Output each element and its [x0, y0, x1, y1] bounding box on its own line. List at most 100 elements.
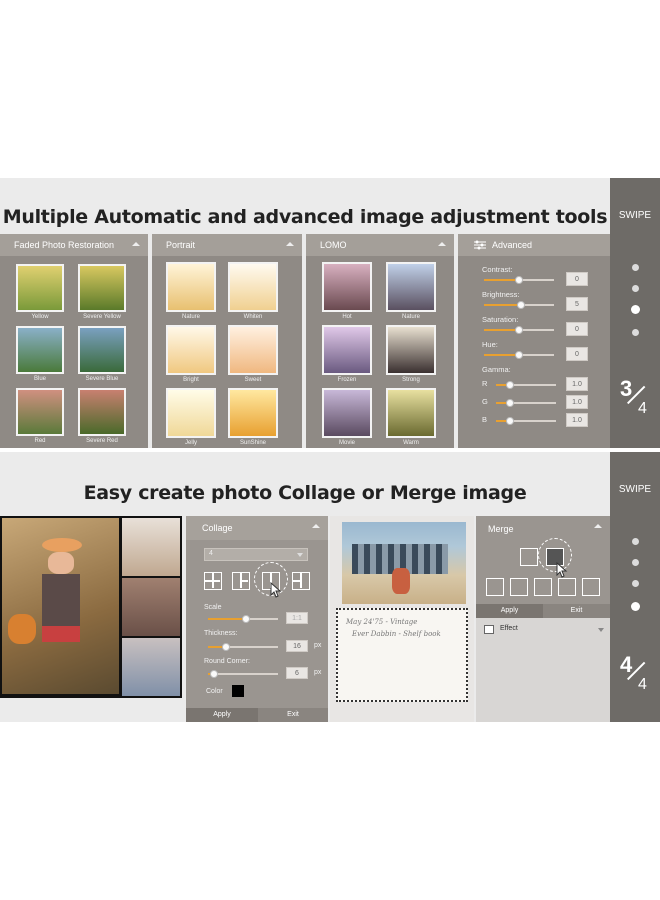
contrast-value[interactable]: 0: [566, 272, 588, 286]
thumb-red[interactable]: [16, 388, 64, 436]
merge-vertical-icon[interactable]: [520, 548, 538, 566]
collapse-icon[interactable]: [438, 242, 446, 246]
thumb-movie[interactable]: [322, 388, 372, 438]
panel-header[interactable]: LOMO: [306, 234, 454, 256]
collage-photo-girl[interactable]: [2, 518, 119, 694]
collage-photo-baby-1[interactable]: [122, 518, 180, 576]
scale-value[interactable]: 1:1: [286, 612, 308, 624]
color-swatch[interactable]: [232, 685, 244, 697]
slider-knob[interactable]: [517, 301, 525, 309]
thumb-label: Nature: [181, 314, 200, 320]
thumb-label: Severe Yellow: [83, 314, 121, 320]
slider-knob[interactable]: [506, 381, 514, 389]
thumb-whiten[interactable]: [228, 262, 278, 312]
gamma-b-slider[interactable]: [496, 417, 556, 425]
swipe-rail: SWIPE 4 4: [610, 452, 660, 722]
page-dot[interactable]: [632, 264, 639, 271]
slider-knob[interactable]: [515, 326, 523, 334]
gamma-g-value[interactable]: 1.0: [566, 395, 588, 409]
gamma-r-value[interactable]: 1.0: [566, 377, 588, 391]
layout-side-icon[interactable]: [292, 572, 310, 590]
contrast-slider[interactable]: [484, 276, 554, 284]
align-left-icon[interactable]: [486, 578, 504, 596]
slider-knob[interactable]: [210, 670, 218, 678]
align-middle-icon[interactable]: [558, 578, 576, 596]
page-dot[interactable]: [632, 559, 639, 566]
page-dot[interactable]: [632, 538, 639, 545]
layout-count-select[interactable]: 4: [204, 548, 308, 561]
slider-knob[interactable]: [515, 351, 523, 359]
thumb-strong[interactable]: [386, 325, 436, 375]
thumb-bright[interactable]: [166, 325, 216, 375]
merge-photo-fishing[interactable]: [342, 522, 466, 604]
round-corner-value[interactable]: 6: [286, 667, 308, 679]
gamma-b-label: B: [482, 415, 488, 424]
collage-panel: Collage 4 Scale 1:1 Thickness: 16 px Rou…: [186, 516, 328, 722]
brightness-slider[interactable]: [484, 301, 554, 309]
scale-slider[interactable]: [208, 615, 278, 623]
panel-header[interactable]: Portrait: [152, 234, 302, 256]
slider-knob[interactable]: [515, 276, 523, 284]
gamma-b-value[interactable]: 1.0: [566, 413, 588, 427]
collage-header[interactable]: Collage: [186, 516, 328, 540]
page-dot[interactable]: [632, 285, 639, 292]
align-center-icon[interactable]: [510, 578, 528, 596]
thumb-severe-yellow[interactable]: [78, 264, 126, 312]
thumb-label: SunShine: [239, 440, 267, 446]
slider-knob[interactable]: [506, 417, 514, 425]
collapse-icon[interactable]: [286, 242, 294, 246]
thumb-severe-red[interactable]: [78, 388, 126, 436]
gamma-r-slider[interactable]: [496, 381, 556, 389]
thickness-value[interactable]: 16: [286, 640, 308, 652]
thumb-severe-blue[interactable]: [78, 326, 126, 374]
cursor-icon: [270, 582, 282, 598]
merge-canvas: May 24'75 - Vintage Ever Dabbin - Shelf …: [330, 516, 474, 722]
page-dot-active[interactable]: [631, 602, 640, 611]
thumb-hot[interactable]: [322, 262, 372, 312]
hue-slider[interactable]: [484, 351, 554, 359]
thumb-sunshine[interactable]: [228, 388, 278, 438]
thumb-label: Frozen: [337, 377, 357, 383]
chevron-down-icon[interactable]: [598, 628, 604, 632]
gamma-g-label: G: [482, 397, 488, 406]
layout-grid-4-icon[interactable]: [204, 572, 222, 590]
thumb-warm[interactable]: [386, 388, 436, 438]
panel-header[interactable]: Advanced: [458, 234, 610, 256]
hue-value[interactable]: 0: [566, 347, 588, 361]
align-top-icon[interactable]: [534, 578, 552, 596]
collage-photo-baby-3[interactable]: [122, 638, 180, 696]
saturation-slider[interactable]: [484, 326, 554, 334]
page-dot[interactable]: [632, 580, 639, 587]
brightness-value[interactable]: 5: [566, 297, 588, 311]
exit-button[interactable]: Exit: [258, 708, 328, 722]
effect-row[interactable]: Effect: [476, 622, 610, 638]
thumb-jelly[interactable]: [166, 388, 216, 438]
gamma-g-slider[interactable]: [496, 399, 556, 407]
collapse-icon[interactable]: [312, 524, 320, 528]
panel-title: Advanced: [492, 240, 533, 250]
collapse-icon[interactable]: [594, 524, 602, 528]
apply-button[interactable]: Apply: [476, 604, 543, 618]
merge-postcard[interactable]: May 24'75 - Vintage Ever Dabbin - Shelf …: [336, 608, 468, 702]
collage-photo-baby-2[interactable]: [122, 578, 180, 636]
slider-knob[interactable]: [222, 643, 230, 651]
collapse-icon[interactable]: [132, 242, 140, 246]
thumb-frozen[interactable]: [322, 325, 372, 375]
slider-knob[interactable]: [506, 399, 514, 407]
thumb-nature[interactable]: [166, 262, 216, 312]
page-dot[interactable]: [632, 329, 639, 336]
thumb-sweet[interactable]: [228, 325, 278, 375]
thumb-nature-lomo[interactable]: [386, 262, 436, 312]
slider-knob[interactable]: [242, 615, 250, 623]
round-corner-slider[interactable]: [208, 670, 278, 678]
saturation-value[interactable]: 0: [566, 322, 588, 336]
panel-header[interactable]: Faded Photo Restoration: [0, 234, 148, 256]
exit-button[interactable]: Exit: [543, 604, 610, 618]
thickness-slider[interactable]: [208, 643, 278, 651]
layout-grid-3-icon[interactable]: [232, 572, 250, 590]
align-bottom-icon[interactable]: [582, 578, 600, 596]
apply-button[interactable]: Apply: [186, 708, 258, 722]
page-dot-active[interactable]: [631, 305, 640, 314]
thumb-blue[interactable]: [16, 326, 64, 374]
thumb-yellow[interactable]: [16, 264, 64, 312]
